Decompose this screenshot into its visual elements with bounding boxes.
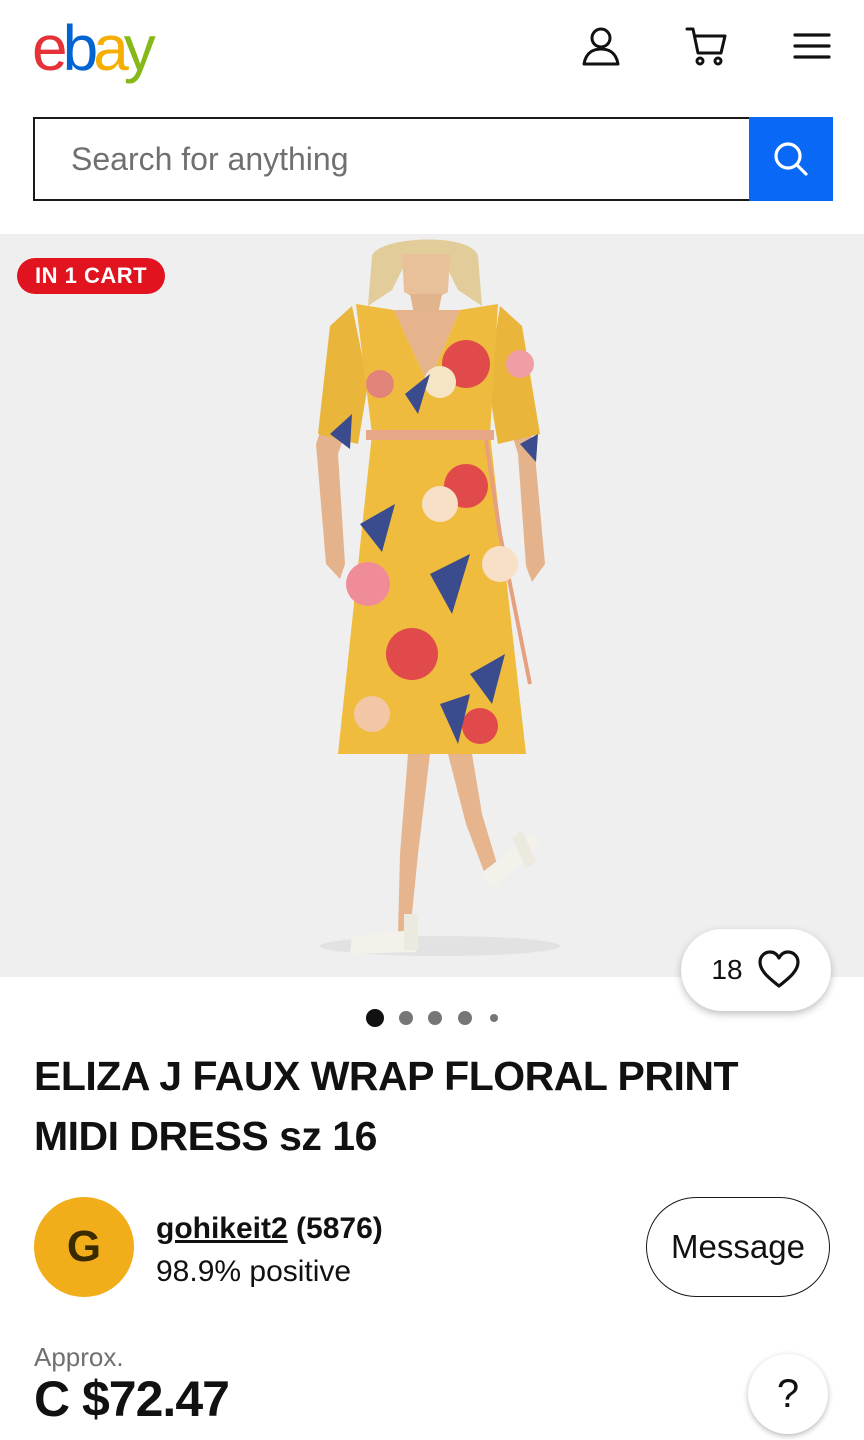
header: ebay: [0, 0, 864, 100]
watch-button[interactable]: 18: [681, 929, 831, 1011]
cart-icon[interactable]: [682, 22, 730, 70]
heart-icon: [757, 950, 800, 988]
seller-avatar[interactable]: G: [34, 1197, 134, 1297]
listing-title: ELIZA J FAUX WRAP FLORAL PRINT MIDI DRES…: [34, 1053, 739, 1159]
search-button[interactable]: [749, 117, 833, 201]
logo-letter-a: a: [93, 12, 129, 84]
image-carousel-dots: [0, 1008, 864, 1028]
message-seller-button[interactable]: Message: [646, 1197, 830, 1297]
search-input[interactable]: [33, 117, 749, 201]
seller-info: gohikeit2 (5876): [156, 1212, 383, 1246]
logo-letter-b: b: [62, 12, 99, 84]
carousel-dot[interactable]: [458, 1011, 472, 1025]
product-image[interactable]: [0, 234, 864, 977]
logo-letter-y: y: [123, 12, 156, 84]
menu-icon[interactable]: [788, 22, 836, 70]
carousel-dot[interactable]: [490, 1014, 498, 1022]
seller-feedback-percent: 98.9% positive: [156, 1255, 352, 1288]
logo-letter-e: e: [32, 12, 68, 84]
carousel-dot[interactable]: [399, 1011, 413, 1025]
dress-illustration: [316, 239, 560, 956]
watch-count: 18: [711, 954, 743, 985]
seller-feedback-count: (5876): [296, 1212, 383, 1245]
price-value: C $72.47: [34, 1371, 230, 1427]
search-icon: [774, 142, 808, 176]
in-cart-badge: IN 1 CART: [17, 258, 166, 294]
price-approx-label: Approx.: [34, 1342, 124, 1372]
account-icon[interactable]: [577, 22, 625, 70]
carousel-dot[interactable]: [428, 1011, 442, 1025]
ebay-logo[interactable]: ebay: [32, 8, 156, 88]
carousel-dot[interactable]: [366, 1009, 384, 1027]
seller-name-link[interactable]: gohikeit2: [156, 1212, 288, 1245]
search-bar: [33, 117, 833, 201]
help-button[interactable]: ?: [748, 1354, 828, 1434]
